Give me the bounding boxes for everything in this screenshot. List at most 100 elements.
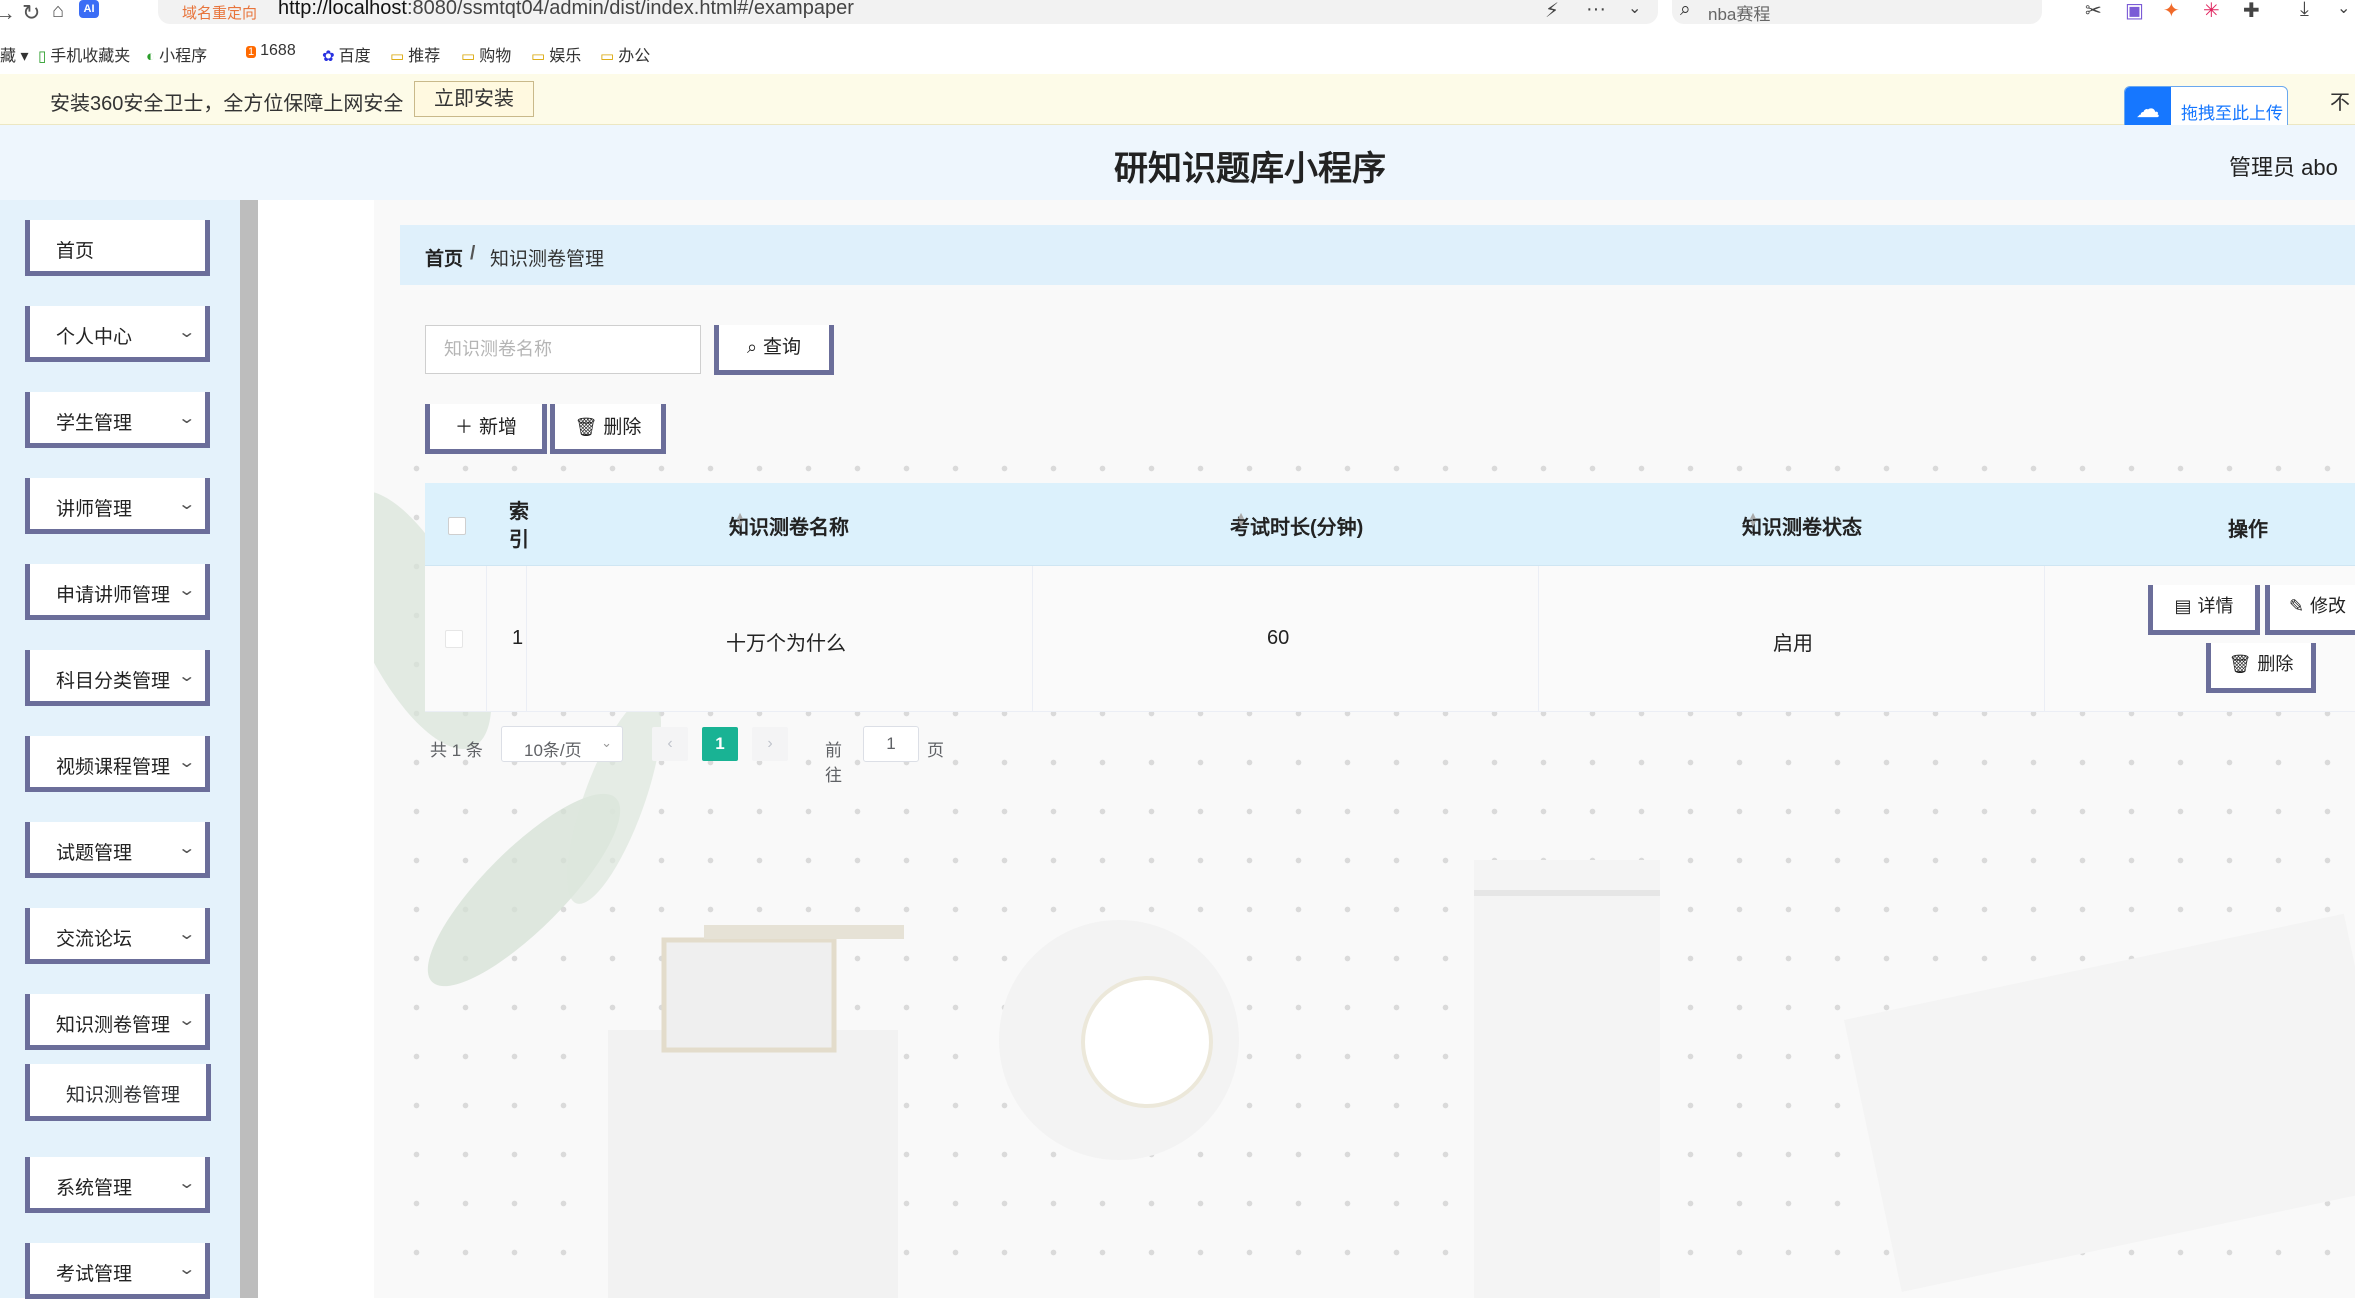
row-duration-cell: 60 (1033, 566, 1539, 711)
sidebar-item-forum[interactable]: 交流论坛 ⌄ (25, 908, 210, 964)
lightning-icon[interactable]: ⚡ (1545, 0, 1559, 23)
column-header-status[interactable]: 知识测卷状态 ▴ ▾ (1539, 483, 2045, 565)
search-input[interactable] (426, 326, 684, 373)
upload-label: 拖拽至此上传 (2181, 104, 2283, 123)
bookmark-item[interactable]: ✿ 百度 (322, 42, 371, 66)
sort-icon[interactable]: ▴ ▾ (737, 509, 743, 529)
translate-icon[interactable]: ▣ (2125, 0, 2144, 23)
row-status-cell: 启用 (1539, 566, 2045, 711)
breadcrumb-home[interactable]: 首页 (425, 244, 463, 271)
sidebar-item-label: 首页 (56, 241, 95, 262)
sidebar-item-students[interactable]: 学生管理 ⌄ (25, 392, 210, 448)
breadcrumb-separator: / (470, 243, 476, 264)
sidebar-item-exam-papers[interactable]: 知识测卷管理 ⌄ (25, 994, 210, 1050)
goto-page-input[interactable]: 1 (863, 726, 919, 762)
search-button-label: 查询 (763, 337, 802, 358)
ai-icon[interactable]: AI (79, 0, 99, 18)
search-icon: ⌕ (1680, 0, 1691, 20)
chevron-down-icon: ⌄ (176, 668, 196, 685)
extension-mesh-icon[interactable]: ✳ (2203, 0, 2220, 23)
sidebar-item-label: 知识测卷管理 (56, 1015, 171, 1036)
row-select-cell (425, 566, 487, 711)
page-size-select[interactable]: 10条/页 ⌄ (501, 726, 623, 762)
infobar-message: 安装360安全卫士，全方位保障上网安全 (50, 93, 404, 115)
scissors-icon[interactable]: ✂ (2085, 0, 2102, 23)
infobar-close-button[interactable]: 不 (2330, 86, 2350, 115)
chevron-down-icon: ⌄ (176, 496, 196, 513)
forward-icon[interactable]: → (0, 0, 16, 26)
dropdown-icon[interactable]: ⌄ (1628, 0, 1641, 18)
bookmark-folder[interactable]: ▭ 推荐 (390, 42, 440, 66)
sidebar-item-teachers[interactable]: 讲师管理 ⌄ (25, 478, 210, 534)
bookmark-item[interactable]: ◐ 小程序 (146, 42, 207, 66)
bookmark-folder[interactable]: ▭ 娱乐 (531, 42, 581, 66)
sidebar-item-teacher-applications[interactable]: 申请讲师管理 ⌄ (25, 564, 210, 620)
url-text[interactable]: http://localhost:8080/ssmtqt04/admin/dis… (278, 0, 854, 20)
search-field[interactable] (425, 325, 701, 374)
sidebar-item-questions[interactable]: 试题管理 ⌄ (25, 822, 210, 878)
browser-search-text: nba赛程 (1708, 5, 1771, 24)
page-number-active[interactable]: 1 (702, 727, 738, 761)
prev-page-button[interactable]: ‹ (652, 727, 688, 761)
bookmark-item[interactable]: 1 1688 (246, 42, 296, 60)
detail-button[interactable]: ▤ 详情 (2148, 585, 2260, 635)
sidebar-item-subject-categories[interactable]: 科目分类管理 ⌄ (25, 650, 210, 706)
puzzle-icon[interactable]: ✚ (2243, 0, 2260, 23)
goto-label: 前往 (825, 741, 842, 785)
reload-icon[interactable]: ↻ (22, 0, 40, 26)
sidebar-item-system[interactable]: 系统管理 ⌄ (25, 1157, 210, 1213)
delete-button[interactable]: 🗑 删除 (550, 404, 666, 454)
search-button[interactable]: ⌕ 查询 (714, 325, 834, 375)
edit-button[interactable]: ✎ 修改 (2265, 585, 2355, 635)
row-checkbox[interactable] (445, 630, 463, 648)
chevron-down-icon[interactable]: ⌄ (2337, 0, 2350, 18)
sidebar-subitem-exam-papers[interactable]: 知识测卷管理 (25, 1064, 211, 1121)
more-icon[interactable]: ··· (1586, 0, 1606, 21)
install-button[interactable]: 立即安装 (414, 81, 534, 117)
miniprogram-icon: ◐ (146, 48, 156, 65)
column-header-name[interactable]: 知识测卷名称 ▴ ▾ (527, 483, 1033, 565)
bookmark-folder[interactable]: ▭ 购物 (461, 42, 511, 66)
chevron-down-icon: ⌄ (176, 410, 196, 427)
chevron-down-icon: ⌄ (176, 1175, 196, 1192)
select-all-checkbox[interactable] (448, 517, 466, 535)
column-header-duration[interactable]: 考试时长(分钟) ▴ ▾ (1033, 483, 1539, 565)
chevron-down-icon: ⌄ (176, 926, 196, 943)
sidebar-item-video-courses[interactable]: 视频课程管理 ⌄ (25, 736, 210, 792)
bookmarks-bar: 藏 ▾ ▯ 手机收藏夹 ◐ 小程序 1 1688 ✿ 百度 ▭ 推荐 ▭ 购物 ▭ 娱乐 ▭ 办… (0, 38, 2355, 68)
row-delete-button[interactable]: 🗑 删除 (2206, 643, 2316, 693)
sidebar-item-personal-center[interactable]: 个人中心 ⌄ (25, 306, 210, 362)
sidebar-scrollbar[interactable] (240, 200, 258, 1298)
trash-icon: 🗑 (2228, 654, 2252, 674)
folder-icon: ▭ (531, 48, 546, 65)
next-page-button[interactable]: › (752, 727, 788, 761)
folder-icon: ▭ (600, 48, 615, 65)
admin-user[interactable]: 管理员 abo (2229, 150, 2338, 182)
browser-search-box[interactable]: ⌕ nba赛程 (1672, 0, 2042, 24)
add-button[interactable]: ＋新增 (425, 404, 547, 454)
sidebar-item-home[interactable]: 首页 (25, 220, 210, 276)
bookmark-folder[interactable]: ▭ 办公 (600, 42, 650, 66)
sidebar-item-exams[interactable]: 考试管理 ⌄ (25, 1243, 210, 1299)
sidebar-item-label: 视频课程管理 (56, 757, 171, 778)
sort-icon[interactable]: ▴ ▾ (1750, 509, 1756, 529)
row-name-cell: 十万个为什么 (527, 566, 1033, 711)
sidebar-item-label: 申请讲师管理 (56, 585, 171, 606)
column-header-label: 考试时长(分钟) (1230, 517, 1364, 539)
download-icon[interactable]: ⤓ (2300, 0, 2309, 21)
row-index-cell: 1 (487, 566, 527, 711)
sort-icon[interactable]: ▴ ▾ (1238, 509, 1244, 529)
bookmark-item[interactable]: ▯ 手机收藏夹 (38, 42, 130, 66)
breadcrumb: 首页 / 知识测卷管理 (400, 225, 2355, 285)
chevron-down-icon: ⌄ (176, 582, 196, 599)
column-header-label: 操作 (2228, 519, 2268, 541)
home-icon[interactable]: ⌂ (52, 0, 64, 23)
chevron-down-icon: ⌄ (176, 1261, 196, 1278)
browser-address-bar: → ↻ ⌂ AI 域名重定向 http://localhost:8080/ssm… (0, 0, 2355, 26)
sidebar-item-label: 个人中心 (56, 327, 133, 348)
row-status: 启用 (1773, 633, 1813, 655)
extension-fox-icon[interactable]: ✦ (2163, 0, 2180, 23)
bookmarks-label[interactable]: 藏 ▾ (0, 42, 28, 66)
delete-button-label: 删除 (603, 417, 642, 438)
sidebar-item-label: 讲师管理 (56, 499, 133, 520)
